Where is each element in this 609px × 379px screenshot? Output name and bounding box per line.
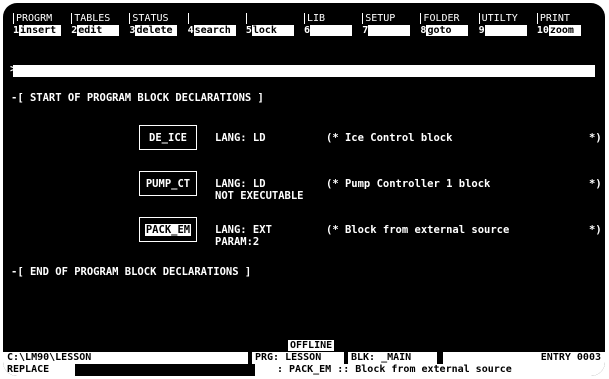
fk-category[interactable]: PRINT — [536, 13, 595, 24]
edit-mode: REPLACE — [3, 364, 75, 376]
block-comment: (* Ice Control block — [326, 132, 453, 144]
fk-category[interactable]: FOLDER — [420, 13, 478, 24]
block-extra: PARAM:2 — [215, 236, 260, 248]
fk-category[interactable]: UTILTY — [478, 13, 537, 24]
mode-indicator: OFFLINE — [288, 340, 335, 351]
fk-zoom[interactable]: 10zoom — [537, 25, 595, 36]
block-lang: LANG: LD — [215, 132, 266, 144]
command-input[interactable] — [13, 65, 595, 77]
fk-category[interactable]: LIB — [304, 13, 362, 24]
comment-close: *) — [589, 224, 602, 236]
status-bar: C:\LM90\LESSON PRG: LESSON BLK: _MAIN EN… — [3, 352, 605, 364]
fk-9[interactable]: 9 — [479, 25, 537, 36]
status-message: : PACK_EM :: Block from external source — [255, 364, 605, 376]
fk-delete[interactable]: 3delete — [129, 25, 187, 36]
message-bar: REPLACE : PACK_EM :: Block from external… — [3, 364, 605, 376]
entry-count: ENTRY 0003 — [540, 352, 601, 363]
fk-search[interactable]: 4search — [188, 25, 246, 36]
program-name: PRG: LESSON — [255, 352, 322, 363]
block-extra: NOT EXECUTABLE — [215, 190, 304, 202]
block-lang: LANG: EXT — [215, 224, 272, 236]
fk-lock[interactable]: 5lock — [246, 25, 304, 36]
fk-category[interactable]: SETUP — [362, 13, 420, 24]
fk-category[interactable]: PROGRM — [13, 13, 71, 24]
fk-category[interactable]: TABLES — [71, 13, 129, 24]
function-key-categories: PROGRM TABLES STATUS LIB SETUP FOLDER UT… — [13, 13, 595, 24]
block-comment: (* Block from external source — [326, 224, 510, 236]
block-de-ice[interactable]: DE_ICE — [139, 125, 197, 150]
comment-close: *) — [589, 178, 602, 190]
fk-category[interactable] — [187, 13, 246, 24]
declarations-end: -[ END OF PROGRAM BLOCK DECLARATIONS ] — [11, 266, 252, 278]
block-pack-em[interactable]: PACK_EM — [139, 217, 197, 242]
fk-category[interactable]: STATUS — [129, 13, 187, 24]
block-lang: LANG: LD — [215, 178, 266, 190]
function-key-row: 1insert 2edit 3delete 4search 5lock 6 7 … — [13, 25, 595, 36]
comment-close: *) — [589, 132, 602, 144]
fk-insert[interactable]: 1insert — [13, 25, 71, 36]
fk-category[interactable] — [245, 13, 304, 24]
block-name: BLK: _MAIN — [351, 352, 412, 363]
fk-goto[interactable]: 8goto — [420, 25, 478, 36]
block-comment: (* Pump Controller 1 block — [326, 178, 491, 190]
fk-edit[interactable]: 2edit — [71, 25, 129, 36]
current-path: C:\LM90\LESSON — [7, 352, 92, 363]
block-pump-ct[interactable]: PUMP_CT — [139, 171, 197, 196]
fk-6[interactable]: 6 — [304, 25, 362, 36]
terminal-screen: PROGRM TABLES STATUS LIB SETUP FOLDER UT… — [3, 3, 605, 376]
declarations-start: -[ START OF PROGRAM BLOCK DECLARATIONS ] — [11, 92, 264, 104]
fk-7[interactable]: 7 — [362, 25, 420, 36]
